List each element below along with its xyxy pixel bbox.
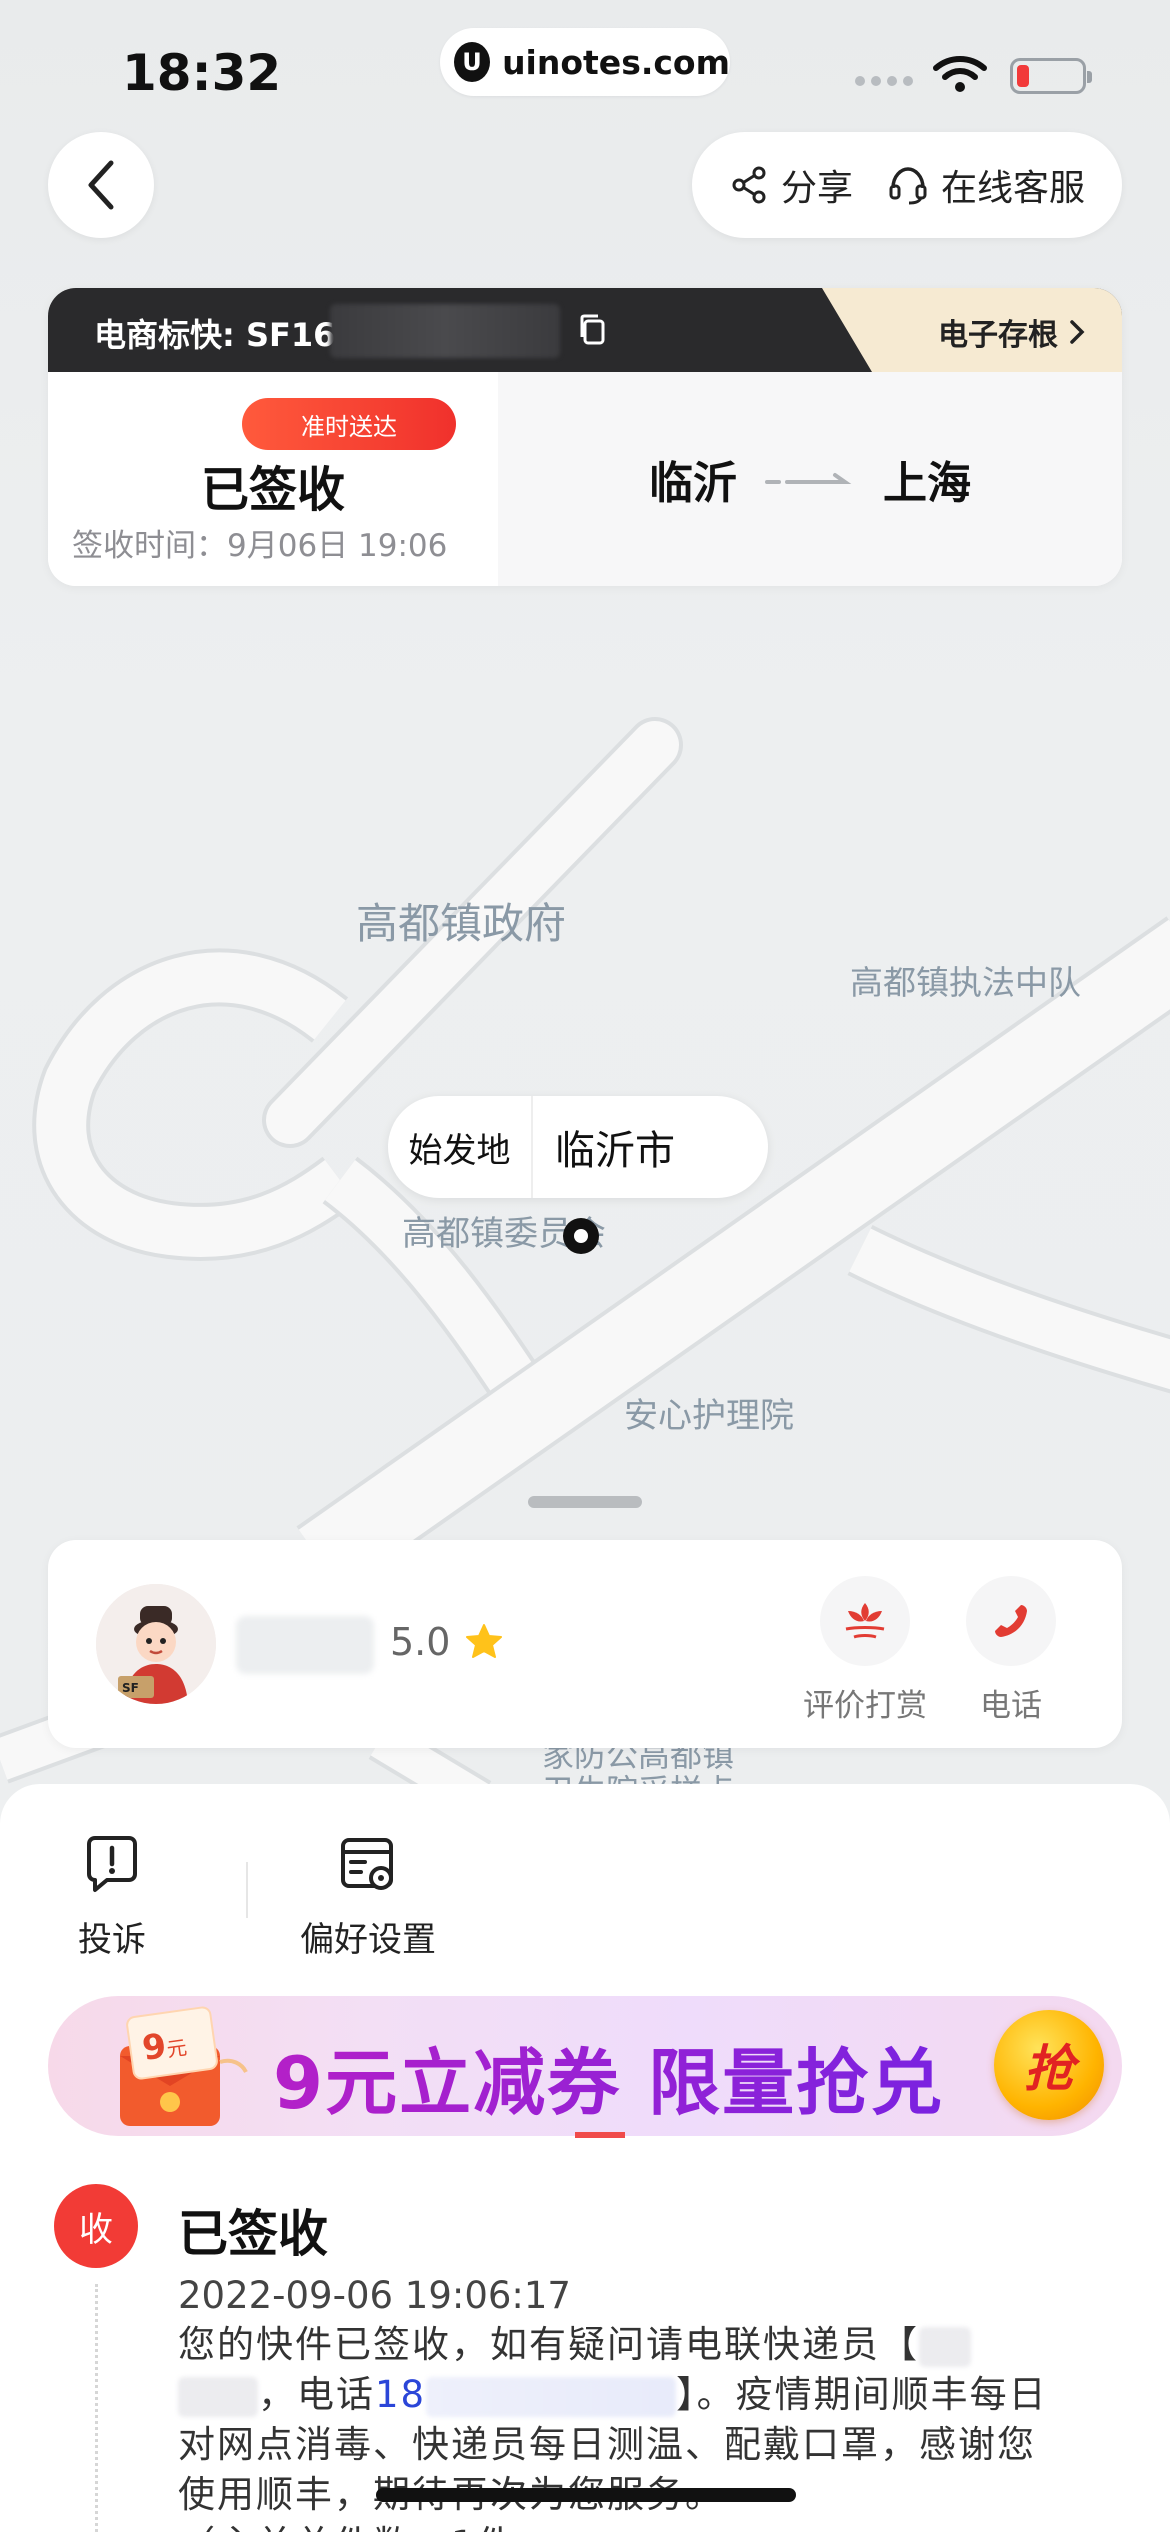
origin-marker-icon <box>563 1218 599 1254</box>
grab-button[interactable]: 抢 <box>994 2010 1104 2120</box>
origin-tag: 始发地 <box>388 1096 533 1198</box>
courier-phone-link[interactable]: 18 <box>375 2373 426 2416</box>
complaint-button[interactable]: 投诉 <box>78 1834 146 1961</box>
ontime-badge: 准时送达 <box>242 398 456 450</box>
tracking-number-masked <box>330 304 560 358</box>
site-logo-icon: U <box>454 42 491 82</box>
tracking-card: 电商标快: SF16 电子存根 准时送达 已签收 签收时间：9月06日 19:0… <box>48 288 1122 586</box>
battery-icon <box>1010 58 1092 94</box>
headset-icon <box>889 167 927 205</box>
event-desc-part4: （主单总件数：1件 <box>178 2523 516 2532</box>
origin-city: 临沂市 <box>555 1128 675 1174</box>
svg-text:SF: SF <box>122 1681 139 1695</box>
route: 临沂 上海 <box>498 372 1122 586</box>
phone-label: 电话 <box>980 1688 1042 1724</box>
preference-icon <box>341 1838 393 1890</box>
route-arrow-icon <box>765 473 852 484</box>
courier-card: SF 5.0 评价打赏 电话 <box>48 1540 1122 1748</box>
electronic-stub-link[interactable]: 电子存根 <box>938 310 1086 354</box>
event-title: 已签收 <box>178 2205 328 2263</box>
call-button[interactable]: 电话 <box>946 1576 1076 1725</box>
status-title: 已签收 <box>200 462 345 518</box>
courier-name-masked <box>236 1616 374 1674</box>
wifi-icon <box>933 56 987 92</box>
tip-button[interactable]: 评价打赏 <box>800 1576 930 1725</box>
route-destination: 上海 <box>883 458 971 509</box>
map-label-nursing: 安心护理院 <box>624 1396 794 1436</box>
star-icon <box>466 1624 503 1658</box>
drag-handle[interactable] <box>528 1496 642 1508</box>
complaint-icon <box>87 1836 137 1892</box>
map-roads <box>0 717 1170 1800</box>
courier-rating: 5.0 <box>390 1620 504 1664</box>
phone-icon <box>995 1605 1027 1637</box>
coupon-icon: 9 元 <box>120 2006 248 2126</box>
share-icon <box>732 166 766 204</box>
courier-name-masked-inline <box>919 2326 971 2367</box>
cellular-signal-icon <box>855 76 913 86</box>
status-time: 18:32 <box>122 44 282 102</box>
stub-label: 电子存根 <box>938 318 1058 353</box>
courier-avatar[interactable]: SF <box>96 1584 216 1704</box>
promo-indicator <box>575 2132 625 2138</box>
tracking-number-label: 电商标快: SF16 <box>94 316 336 354</box>
promo-text: 9元立减券 限量抢兑 <box>273 2024 944 2129</box>
url-pill[interactable]: U uinotes.com <box>440 28 730 96</box>
event-time: 2022-09-06 19:06:17 <box>178 2274 571 2317</box>
map-view[interactable]: 高都镇政府 高都镇执法中队 高都镇委员会 安心护理院 家防公高都镇 卫生院采样点 <box>0 0 1170 1800</box>
share-label: 分享 <box>780 168 853 209</box>
rating-value: 5.0 <box>390 1620 451 1664</box>
tip-circle <box>820 1576 910 1666</box>
route-origin: 临沂 <box>649 458 737 509</box>
event-desc-part1: 您的快件已签收，如有疑问请电联快递员【 <box>178 2323 919 2366</box>
home-indicator <box>376 2488 796 2502</box>
url-text: uinotes.com <box>502 42 730 82</box>
preference-label: 偏好设置 <box>300 1920 436 1960</box>
timeline-status-dot: 收 <box>54 2184 138 2268</box>
preference-button[interactable]: 偏好设置 <box>300 1834 436 1961</box>
service-label: 在线客服 <box>940 168 1085 209</box>
event-desc-part2: ，电话 <box>258 2373 375 2416</box>
courier-phone-masked <box>426 2376 677 2417</box>
call-circle <box>966 1576 1056 1666</box>
complaint-label: 投诉 <box>78 1920 146 1960</box>
top-actions: 分享 在线客服 <box>692 132 1122 238</box>
signed-time: 签收时间：9月06日 19:06 <box>72 528 448 564</box>
chevron-left-icon <box>88 160 114 210</box>
chevron-right-icon <box>1070 320 1085 344</box>
courier-name-masked-inline-2 <box>178 2376 258 2417</box>
online-service-button[interactable]: 在线客服 <box>887 159 1085 211</box>
origin-popup[interactable]: 始发地 临沂市 <box>388 1096 768 1198</box>
tool-divider <box>246 1862 248 1918</box>
back-button[interactable] <box>48 132 154 238</box>
map-label-gov: 高都镇政府 <box>356 899 567 948</box>
flower-icon <box>845 1603 885 1639</box>
bottom-sheet: 投诉 偏好设置 9 元 9元立减券 限量抢兑 抢 收 已签收 2022-09-0… <box>0 1784 1170 2532</box>
tip-label: 评价打赏 <box>803 1688 927 1724</box>
copy-icon[interactable] <box>576 312 610 348</box>
map-label-enforcement: 高都镇执法中队 <box>850 963 1081 1002</box>
courier-avatar-icon: SF <box>96 1584 216 1704</box>
promo-banner[interactable]: 9 元 9元立减券 限量抢兑 抢 <box>48 1996 1122 2136</box>
svg-text:元: 元 <box>165 2035 188 2062</box>
timeline-line <box>95 2284 98 2532</box>
share-button[interactable]: 分享 <box>729 159 853 211</box>
